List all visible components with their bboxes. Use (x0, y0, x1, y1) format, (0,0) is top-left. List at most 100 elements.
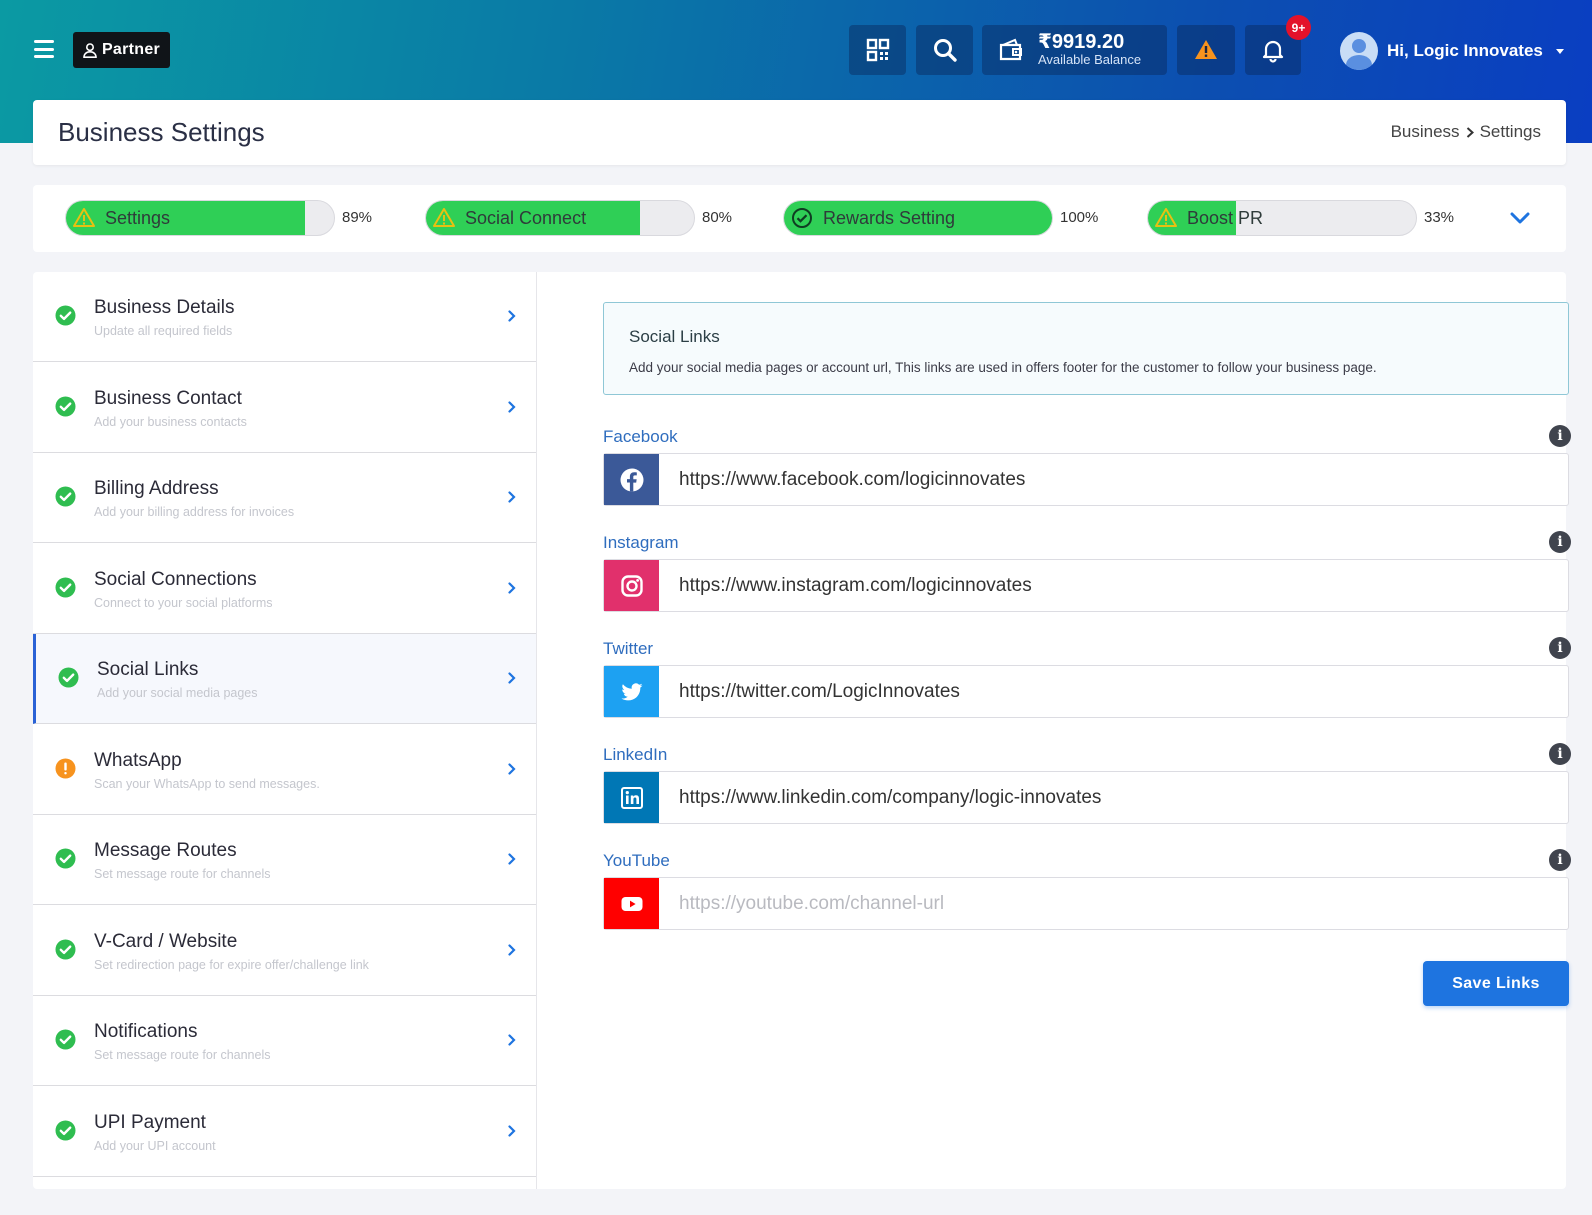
warning-icon (1195, 40, 1217, 59)
search-button[interactable] (916, 25, 973, 75)
exclamation-circle-icon (55, 758, 76, 779)
chevron-right-icon (508, 400, 516, 413)
alerts-button[interactable] (1177, 25, 1235, 75)
wallet-label: Available Balance (1038, 52, 1142, 67)
sidebar-item-subtitle: Add your business contacts (94, 414, 247, 429)
sidebar-item-subtitle: Update all required fields (94, 324, 233, 338)
user-menu[interactable]: Hi, Logic Innovates (1340, 32, 1564, 70)
linkedin-field (603, 771, 1569, 824)
menu-toggle-icon[interactable] (34, 40, 54, 58)
sidebar-item-subtitle: Connect to your social platforms (94, 595, 273, 610)
progress-percent: 80% (702, 209, 733, 226)
sidebar-item-subtitle: Add your UPI account (94, 1138, 216, 1153)
save-links-button[interactable]: Save Links (1423, 961, 1569, 1006)
check-circle-outline-icon (792, 208, 812, 228)
caret-down-icon (1555, 48, 1564, 54)
info-icon[interactable]: i (1549, 637, 1571, 659)
sidebar-item-social-links[interactable]: Social Links Add your social media pages (33, 634, 536, 724)
twitter-url-input[interactable] (659, 666, 1568, 717)
sidebar-item-message-routes[interactable]: Message Routes Set message route for chan… (33, 815, 536, 905)
sidebar-item-title: UPI Payment (94, 1111, 206, 1133)
check-circle-icon (55, 939, 76, 960)
breadcrumb-settings: Settings (1479, 122, 1541, 141)
sidebar-item-v-card-website[interactable]: V-Card / Website Set redirection page for… (33, 906, 536, 996)
progress-boost-pr[interactable]: Boost PR (1147, 200, 1417, 236)
instagram-url-input[interactable] (659, 560, 1568, 611)
sidebar-item-business-contact[interactable]: Business Contact Add your business contac… (33, 363, 536, 453)
field-label-linkedin: LinkedIn (603, 745, 668, 764)
breadcrumb-business[interactable]: Business (1391, 122, 1460, 142)
progress-label: Settings (105, 207, 171, 228)
sidebar-item-title: V-Card / Website (94, 930, 238, 952)
wallet-balance[interactable]: ₹9919.20 Available Balance (982, 25, 1167, 75)
sidebar-item-subtitle: Scan your WhatsApp to send messages. (94, 776, 320, 791)
search-icon (933, 39, 957, 62)
chevron-right-icon (508, 672, 516, 684)
chevron-right-icon (1466, 126, 1474, 138)
warning-outline-icon (73, 208, 95, 227)
check-circle-icon (55, 848, 76, 869)
notifications-button[interactable]: 9+ (1245, 15, 1311, 75)
bell-icon (1262, 40, 1284, 63)
sidebar-item-title: WhatsApp (94, 749, 182, 771)
avatar (1340, 32, 1378, 70)
sidebar-item-social-connections[interactable]: Social Connections Connect to your social… (33, 544, 536, 634)
sidebar-item-subtitle: Add your billing address for invoices (94, 505, 295, 519)
info-icon[interactable]: i (1549, 425, 1571, 447)
chevron-down-icon[interactable] (1509, 208, 1531, 228)
check-circle-icon (58, 667, 79, 688)
progress-settings[interactable]: Settings (65, 200, 335, 236)
check-circle-icon (55, 486, 76, 507)
facebook-field (603, 453, 1569, 506)
linkedin-url-input[interactable] (659, 772, 1568, 823)
sidebar-item-billing-address[interactable]: Billing Address Add your billing address … (33, 453, 536, 543)
check-circle-icon (55, 305, 76, 326)
sidebar-item-notifications[interactable]: Notifications Set message route for chann… (33, 996, 536, 1086)
check-circle-icon (55, 1029, 76, 1050)
info-box-title: Social Links (629, 327, 720, 346)
facebook-url-input[interactable] (659, 454, 1568, 505)
sidebar-item-upi-payment[interactable]: UPI Payment Add your UPI account (33, 1087, 536, 1177)
youtube-url-input[interactable] (659, 878, 1568, 929)
partner-label: Partner (101, 41, 161, 58)
chevron-right-icon (508, 491, 516, 503)
sidebar-item-title: Business Contact (94, 387, 242, 409)
warning-outline-icon (433, 208, 455, 227)
partner-button[interactable]: Partner (73, 32, 170, 68)
info-icon[interactable]: i (1549, 531, 1571, 553)
field-label-instagram: Instagram (603, 533, 679, 552)
chevron-right-icon (508, 1124, 516, 1137)
sidebar-item-subtitle: Set redirection page for expire offer/ch… (94, 957, 369, 972)
info-box: Social Links Add your social media pages… (603, 302, 1569, 395)
progress-percent: 33% (1424, 209, 1455, 226)
sidebar-item-whatsapp[interactable]: WhatsApp Scan your WhatsApp to send messa… (33, 725, 536, 815)
qr-code-icon (866, 38, 889, 62)
sidebar-item-title: Notifications (94, 1021, 198, 1042)
chevron-right-icon (508, 581, 516, 594)
instagram-icon (604, 560, 659, 611)
twitter-field (603, 665, 1569, 718)
info-box-description: Add your social media pages or account u… (629, 360, 1377, 375)
wallet-amount: ₹9919.20 (1038, 31, 1125, 53)
progress-social-connect[interactable]: Social Connect (425, 200, 695, 236)
breadcrumb: Business Settings (1391, 122, 1541, 142)
sidebar-item-title: Message Routes (94, 840, 237, 861)
field-label-facebook: Facebook (603, 427, 678, 446)
progress-rewards-setting[interactable]: Rewards Setting (783, 200, 1053, 236)
top-navbar: Partner ₹9919.20 Available Balance 9+ Hi… (0, 0, 1592, 98)
progress-overview: Settings 89% Social Connect 80% Rewards … (33, 185, 1566, 252)
chevron-right-icon (508, 943, 516, 956)
chevron-right-icon (508, 1034, 516, 1046)
check-circle-icon (55, 396, 76, 417)
progress-label: Boost PR (1187, 207, 1264, 228)
qr-code-button[interactable] (849, 25, 906, 75)
youtube-field (603, 877, 1569, 930)
info-icon[interactable]: i (1549, 849, 1571, 871)
field-label-twitter: Twitter (603, 639, 654, 658)
chevron-right-icon (508, 762, 516, 775)
info-icon[interactable]: i (1549, 743, 1571, 765)
sidebar-item-subtitle: Set message route for channels (94, 867, 271, 881)
sidebar-item-subtitle: Add your social media pages (97, 686, 258, 700)
sidebar-item-business-details[interactable]: Business Details Update all required fiel… (33, 272, 536, 362)
settings-sidebar: Business Details Update all required fiel… (33, 272, 537, 1189)
